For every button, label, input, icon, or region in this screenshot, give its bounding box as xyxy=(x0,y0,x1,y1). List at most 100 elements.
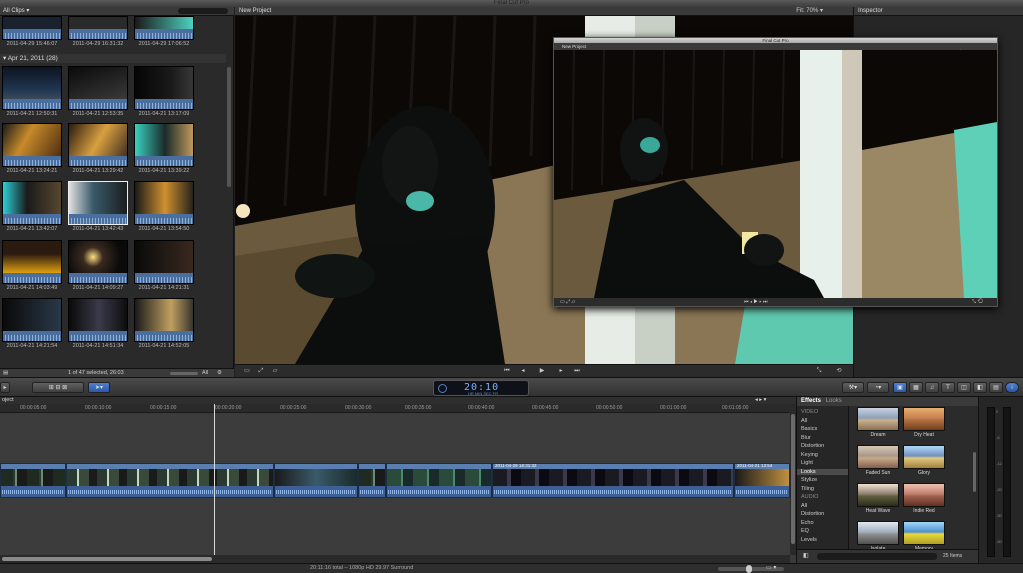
themes-browser-icon[interactable]: ◧ xyxy=(973,382,987,393)
titles-browser-icon[interactable]: T xyxy=(941,382,955,393)
effects-category-item[interactable]: EQ xyxy=(801,528,809,534)
viewer-header: New Project Fit: 70% ▾ xyxy=(235,7,853,16)
timeline-nav-icons[interactable]: ◂ ▸ ▾ xyxy=(755,397,766,404)
clip-thumbnail[interactable]: 2011-04-21 14:09:27 xyxy=(68,240,130,291)
playback-controls[interactable]: ⏮ ◂ ▶ ▸ ⏭ xyxy=(744,298,768,306)
timeline-header: oject ◂ ▸ ▾ xyxy=(0,397,796,404)
browser-filter-menu[interactable]: All Clips xyxy=(3,8,25,14)
chevron-down-icon[interactable]: ▾ xyxy=(26,8,29,14)
effects-category-item[interactable]: Stylize xyxy=(801,477,817,483)
crop-icon[interactable]: ▭ xyxy=(243,368,251,375)
skip-back-icon[interactable]: ⏮ xyxy=(503,368,511,375)
clip-thumbnail[interactable]: 2011-04-29 16:31:32 xyxy=(68,16,130,47)
floating-viewer-video-frame[interactable] xyxy=(554,50,997,298)
step-forward-icon[interactable]: ▸ xyxy=(557,368,565,375)
effects-category-item[interactable]: All xyxy=(801,418,807,424)
timeline-clip[interactable] xyxy=(0,463,66,498)
clip-thumbnail[interactable]: 2011-04-21 12:50:31 xyxy=(2,66,64,117)
clip-thumbnail[interactable]: 2011-04-29 17:06:52 xyxy=(134,16,196,47)
fullscreen-icon[interactable]: ⤡ xyxy=(815,368,823,375)
clip-thumbnail[interactable]: 2011-04-21 13:42:07 xyxy=(2,181,64,232)
play-icon[interactable]: ▶ xyxy=(538,368,546,375)
effects-category-item[interactable]: Echo xyxy=(801,520,814,526)
generators-browser-icon[interactable]: ◫ xyxy=(957,382,971,393)
clip-thumbnail[interactable]: 2011-04-21 14:52:05 xyxy=(134,298,196,349)
fullscreen-icon[interactable]: ⤡ ⟲ xyxy=(972,298,983,306)
effects-browser-icon[interactable]: ▤ xyxy=(989,382,1003,393)
thumbnail-size-slider[interactable] xyxy=(170,372,198,375)
date-group-header[interactable]: ▾ Apr 21, 2011 (28) xyxy=(0,54,226,63)
effects-category-item[interactable]: All xyxy=(801,503,807,509)
transform-icon[interactable]: ⤢ xyxy=(257,368,265,375)
clip-thumbnail[interactable]: 2011-04-21 14:03:49 xyxy=(2,240,64,291)
music-browser-icon[interactable]: ♫ xyxy=(925,382,939,393)
effect-thumbnail[interactable]: Dry Heat xyxy=(903,407,947,438)
retime-button[interactable]: ◔▾ xyxy=(867,382,889,393)
timeline-clip[interactable]: 2011-04-29 16:31:32 xyxy=(492,463,734,498)
browser-search-field[interactable] xyxy=(178,8,228,14)
browser-scrollbar[interactable] xyxy=(227,67,231,187)
clip-thumbnail[interactable]: 2011-04-21 13:29:42 xyxy=(68,123,130,174)
effect-thumbnail[interactable]: Memory xyxy=(903,521,947,552)
clip-thumbnail[interactable]: 2011-04-21 13:54:50 xyxy=(134,181,196,232)
clip-thumbnail[interactable]: 2011-04-21 13:39:22 xyxy=(134,123,196,174)
timeline-clip[interactable] xyxy=(358,463,386,498)
viewer-title: New Project xyxy=(239,8,272,14)
timeline-clip[interactable]: 2011-04-21 13:54 xyxy=(734,463,790,498)
edit-mode-buttons[interactable]: ⊞ ⊟ ⊠ xyxy=(32,382,84,393)
media-import-icon[interactable]: ▸ xyxy=(0,382,10,393)
effects-scrollbar[interactable] xyxy=(973,452,976,492)
clip-thumbnail[interactable]: 2011-04-21 13:17:09 xyxy=(134,66,196,117)
effects-category-item[interactable]: Light xyxy=(801,460,813,466)
effects-category-item[interactable]: Keying xyxy=(801,452,818,458)
playhead[interactable] xyxy=(214,404,215,562)
clip-thumbnail[interactable]: 2011-04-21 14:21:31 xyxy=(134,240,196,291)
clip-thumbnail-selected[interactable]: 2011-04-21 13:42:43 xyxy=(68,181,130,232)
effect-thumbnail[interactable]: Isolate xyxy=(857,521,901,552)
clip-thumbnail[interactable]: 2011-04-21 13:24:21 xyxy=(2,123,64,174)
effect-thumbnail[interactable]: Heat Wave xyxy=(857,483,901,514)
effects-category-item[interactable]: Distortion xyxy=(801,443,824,449)
timeline-clip[interactable] xyxy=(386,463,492,498)
effects-category-item[interactable]: Basics xyxy=(801,426,817,432)
effects-category-item[interactable]: Blur xyxy=(801,435,811,441)
timeline-ruler[interactable]: 00:00:05:00 00:00:10:00 00:00:15:00 00:0… xyxy=(0,404,796,413)
sidebar-toggle-icon[interactable]: ◧ xyxy=(803,552,809,559)
inspector-toggle-icon[interactable]: ▣ xyxy=(893,382,907,393)
effects-category-item[interactable]: Tiling xyxy=(801,486,814,492)
effect-thumbnail[interactable]: Glory xyxy=(903,445,947,476)
effect-thumbnail[interactable]: Faded Sun xyxy=(857,445,901,476)
timeline-clip[interactable] xyxy=(274,463,358,498)
effect-thumbnail[interactable]: Dream xyxy=(857,407,901,438)
timeline-clip[interactable] xyxy=(66,463,274,498)
background-tasks-icon[interactable] xyxy=(438,384,447,393)
clip-thumbnail[interactable]: 2011-04-21 14:51:34 xyxy=(68,298,130,349)
zoom-slider-knob[interactable] xyxy=(746,565,752,573)
window-title-bar: Final Cut Pro xyxy=(0,0,1023,7)
distort-icon[interactable]: ▱ xyxy=(271,368,279,375)
timeline-horizontal-scrollbar[interactable] xyxy=(0,555,790,563)
effects-category-item[interactable]: Levels xyxy=(801,537,817,543)
viewer-zoom-menu[interactable]: Fit: 70% ▾ xyxy=(796,7,823,16)
timeline-track-area[interactable]: 2011-04-29 16:31:32 2011-04-21 13:54 xyxy=(0,414,790,555)
effects-category-item[interactable]: Looks xyxy=(797,468,848,475)
info-icon[interactable]: i xyxy=(1005,382,1019,393)
select-tool-button[interactable]: ➤▾ xyxy=(88,382,110,393)
clip-thumbnail[interactable]: 2011-04-21 12:53:35 xyxy=(68,66,130,117)
scrollbar-thumb[interactable] xyxy=(2,557,212,561)
clip-thumbnail[interactable]: 2011-04-29 15:46:07 xyxy=(2,16,64,47)
loop-icon[interactable]: ⟲ xyxy=(835,368,843,375)
scrollbar-thumb[interactable] xyxy=(791,414,795,544)
clip-appearance-icon[interactable]: ▭ ▾ xyxy=(766,564,776,571)
effects-search-field[interactable]: ⌕ xyxy=(817,553,937,568)
clip-thumbnail[interactable]: 2011-04-21 14:21:54 xyxy=(2,298,64,349)
dashboard-timecode[interactable]: 20:10 HR MIN SEC FR xyxy=(433,380,529,396)
skip-forward-icon[interactable]: ⏭ xyxy=(573,368,581,375)
crop-icon[interactable]: ▭ ⤢ ▱ xyxy=(560,298,575,306)
floating-viewer-window[interactable]: Final Cut Pro New Project Fit: 76% ▾ xyxy=(553,37,998,307)
effect-thumbnail[interactable]: Indie Red xyxy=(903,483,947,514)
step-back-icon[interactable]: ◂ xyxy=(519,368,527,375)
photo-browser-icon[interactable]: ▦ xyxy=(909,382,923,393)
effects-category-item[interactable]: Distortion xyxy=(801,511,824,517)
enhancements-button[interactable]: ⚒▾ xyxy=(842,382,864,393)
